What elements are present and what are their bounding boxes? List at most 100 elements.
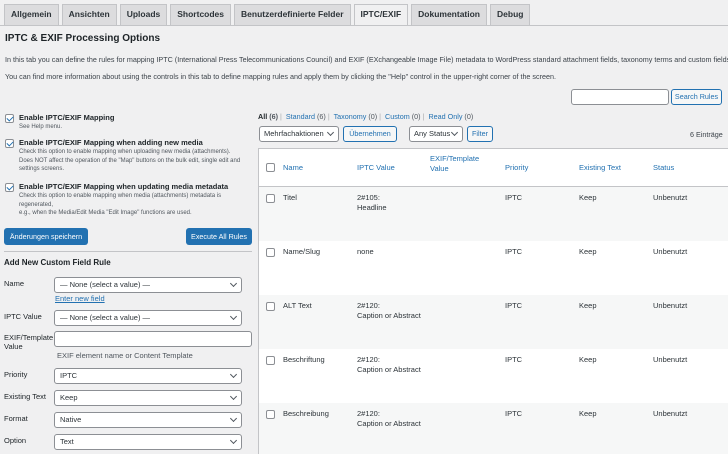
- page-title: IPTC & EXIF Processing Options: [5, 33, 161, 44]
- priority-label: Priority: [4, 370, 28, 379]
- table-row: ALT Text 2#120: Caption or Abstract IPTC …: [259, 295, 728, 349]
- view-standard[interactable]: Standard (6): [286, 112, 326, 121]
- intro-text-1: In this tab you can define the rules for…: [5, 55, 728, 64]
- status-filter-select[interactable]: Any Status: [409, 126, 463, 142]
- row-existing: Keep: [579, 355, 597, 364]
- chevron-down-icon: [229, 279, 238, 288]
- row-name[interactable]: Name/Slug: [283, 247, 320, 257]
- existing-text-label: Existing Text: [4, 392, 46, 401]
- intro-text-2: You can find more information about usin…: [5, 72, 557, 81]
- tab-debug[interactable]: Debug: [490, 4, 531, 25]
- tab-shortcodes[interactable]: Shortcodes: [170, 4, 232, 25]
- tab-ansichten[interactable]: Ansichten: [61, 4, 117, 25]
- col-iptc-value[interactable]: IPTC Value: [357, 163, 395, 173]
- select-all-checkbox[interactable]: [266, 163, 275, 172]
- table-row: Name/Slug none IPTC Keep Unbenutzt: [259, 241, 728, 295]
- row-name[interactable]: Beschriftung: [283, 355, 325, 365]
- mapping-on-add-checkbox[interactable]: [5, 139, 14, 148]
- chevron-down-icon: [450, 128, 459, 137]
- view-read-only[interactable]: Read Only (0): [428, 112, 473, 121]
- apply-button[interactable]: Übernehmen: [343, 126, 397, 142]
- items-count: 6 Einträge: [690, 130, 723, 139]
- row-checkbox[interactable]: [266, 194, 275, 203]
- row-existing: Keep: [579, 409, 597, 418]
- row-iptc: 2#120: Caption or Abstract: [357, 355, 421, 374]
- row-existing: Keep: [579, 193, 597, 202]
- iptc-value-select[interactable]: — None (select a value) —: [54, 310, 242, 326]
- tab-documentation[interactable]: Dokumentation: [411, 4, 488, 25]
- row-priority: IPTC: [505, 247, 523, 256]
- search-rules-input[interactable]: [571, 89, 669, 105]
- existing-text-select[interactable]: Keep: [54, 390, 242, 406]
- row-iptc: 2#120: Caption or Abstract: [357, 409, 421, 428]
- col-name[interactable]: Name: [283, 163, 303, 173]
- option-desc: See Help menu.: [19, 124, 63, 130]
- row-checkbox[interactable]: [266, 410, 275, 419]
- chevron-down-icon: [326, 128, 335, 137]
- col-status[interactable]: Status: [653, 163, 674, 173]
- row-status: Unbenutzt: [653, 409, 688, 418]
- exif-value-label: EXIF/Template Value: [4, 333, 54, 351]
- row-name[interactable]: ALT Text: [283, 301, 312, 311]
- format-select[interactable]: Native: [54, 412, 242, 428]
- bulk-actions-select[interactable]: Mehrfachaktionen: [259, 126, 339, 142]
- chevron-down-icon: [229, 392, 238, 401]
- view-taxonomy[interactable]: Taxonomy (0): [334, 112, 378, 121]
- row-status: Unbenutzt: [653, 301, 688, 310]
- row-priority: IPTC: [505, 301, 523, 310]
- filter-button[interactable]: Filter: [467, 126, 493, 142]
- priority-select[interactable]: IPTC: [54, 368, 242, 384]
- view-custom[interactable]: Custom (0): [385, 112, 421, 121]
- tab-uploads[interactable]: Uploads: [119, 4, 168, 25]
- row-iptc: 2#105: Headline: [357, 193, 387, 212]
- row-checkbox[interactable]: [266, 356, 275, 365]
- option-enable-mapping: Enable IPTC/EXIF Mapping See Help menu.: [5, 113, 114, 132]
- search-rules-button[interactable]: Search Rules: [671, 89, 722, 105]
- option-desc: Check this option to enable mapping when…: [19, 193, 222, 216]
- row-name[interactable]: Titel: [283, 193, 297, 203]
- tab-iptc-exif[interactable]: IPTC/EXIF: [353, 4, 409, 26]
- option-title: Enable IPTC/EXIF Mapping: [19, 113, 115, 122]
- row-existing: Keep: [579, 247, 597, 256]
- row-existing: Keep: [579, 301, 597, 310]
- row-name[interactable]: Beschreibung: [283, 409, 329, 419]
- option-select[interactable]: Text: [54, 434, 242, 450]
- tabs-divider: [0, 25, 728, 26]
- row-priority: IPTC: [505, 409, 523, 418]
- table-row: Beschreibung 2#120: Caption or Abstract I…: [259, 403, 728, 454]
- row-checkbox[interactable]: [266, 302, 275, 311]
- section-divider: [4, 251, 252, 252]
- chevron-down-icon: [229, 414, 238, 423]
- row-iptc: 2#120: Caption or Abstract: [357, 301, 421, 320]
- exif-value-input[interactable]: [54, 331, 252, 347]
- option-mapping-on-update: Enable IPTC/EXIF Mapping when updating m…: [5, 182, 228, 218]
- view-all[interactable]: All (6): [258, 112, 278, 121]
- option-desc: Check this option to enable mapping when…: [19, 149, 241, 172]
- row-status: Unbenutzt: [653, 193, 688, 202]
- option-title: Enable IPTC/EXIF Mapping when adding new…: [19, 138, 203, 147]
- row-checkbox[interactable]: [266, 248, 275, 257]
- iptc-value-label: IPTC Value: [4, 312, 42, 321]
- tab-custom-fields[interactable]: Benutzerdefinierte Felder: [234, 4, 351, 25]
- execute-all-rules-button[interactable]: Execute All Rules: [186, 228, 252, 245]
- save-changes-button[interactable]: Änderungen speichern: [4, 228, 88, 245]
- name-label: Name: [4, 279, 25, 288]
- mapping-on-update-checkbox[interactable]: [5, 183, 14, 192]
- exif-value-hint: EXIF element name or Content Template: [57, 351, 193, 360]
- col-existing-text[interactable]: Existing Text: [579, 163, 621, 173]
- row-priority: IPTC: [505, 193, 523, 202]
- tab-allgemein[interactable]: Allgemein: [4, 4, 59, 25]
- format-label: Format: [4, 414, 28, 423]
- row-status: Unbenutzt: [653, 355, 688, 364]
- col-exif-value[interactable]: EXIF/Template Value: [430, 154, 492, 174]
- option-label: Option: [4, 436, 27, 445]
- table-row: Beschriftung 2#120: Caption or Abstract I…: [259, 349, 728, 403]
- enable-mapping-checkbox[interactable]: [5, 114, 14, 123]
- option-title: Enable IPTC/EXIF Mapping when updating m…: [19, 182, 229, 191]
- col-priority[interactable]: Priority: [505, 163, 528, 173]
- name-select[interactable]: — None (select a value) —: [54, 277, 242, 293]
- settings-tabs: Allgemein Ansichten Uploads Shortcodes B…: [4, 4, 531, 26]
- chevron-down-icon: [229, 312, 238, 321]
- enter-new-field-link[interactable]: Enter new field: [55, 294, 105, 303]
- row-iptc: none: [357, 247, 374, 256]
